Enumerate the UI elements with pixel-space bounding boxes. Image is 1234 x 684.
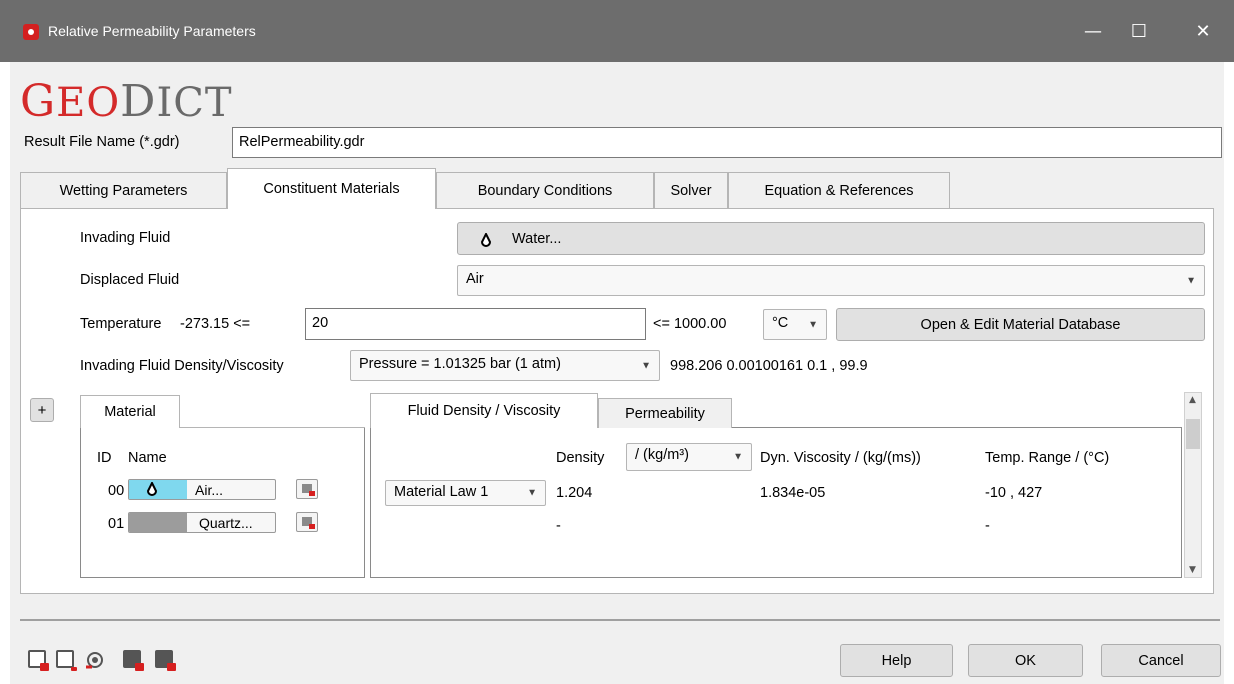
- result-file-label: Result File Name (*.gdr): [24, 134, 180, 150]
- displaced-fluid-label: Displaced Fluid: [80, 272, 180, 288]
- density-unit-select[interactable]: / (kg/m³) ▼: [626, 443, 752, 471]
- temperature-input[interactable]: 20: [305, 308, 646, 340]
- temperature-max: <= 1000.00: [653, 316, 727, 332]
- tab-boundary-conditions[interactable]: Boundary Conditions: [436, 172, 654, 208]
- pressure-select[interactable]: Pressure = 1.01325 bar (1 atm) ▼: [350, 350, 660, 381]
- app-icon: [23, 24, 39, 40]
- density-viscosity-label: Invading Fluid Density/Viscosity: [80, 358, 284, 374]
- displaced-fluid-select[interactable]: Air ▼: [457, 265, 1205, 296]
- material-button-quartz[interactable]: Quartz...: [128, 512, 276, 533]
- tab-equation-references[interactable]: Equation & References: [728, 172, 950, 208]
- density-value: -: [556, 518, 561, 534]
- material-button-air[interactable]: Air...: [128, 479, 276, 500]
- load-settings-icon[interactable]: [55, 649, 77, 671]
- scroll-down-icon[interactable]: ▼: [1189, 565, 1196, 575]
- tab-solver[interactable]: Solver: [654, 172, 728, 208]
- save-settings-icon[interactable]: [27, 649, 49, 671]
- minimize-button[interactable]: —: [1070, 16, 1116, 48]
- maximize-button[interactable]: ☐: [1116, 16, 1162, 48]
- temp-range-value: -: [985, 518, 990, 534]
- chevron-down-icon: ▼: [808, 319, 818, 330]
- chevron-down-icon: ▼: [641, 360, 651, 371]
- viscosity-value: 1.834e-05: [760, 485, 826, 501]
- material-list-panel: [80, 427, 365, 578]
- ok-button[interactable]: OK: [968, 644, 1083, 677]
- cancel-button[interactable]: Cancel: [1101, 644, 1221, 677]
- help-button[interactable]: Help: [840, 644, 953, 677]
- title-bar: Relative Permeability Parameters — ☐ ✕: [0, 0, 1234, 62]
- close-button[interactable]: ✕: [1180, 16, 1226, 48]
- density-value: 1.204: [556, 485, 593, 501]
- vertical-scrollbar[interactable]: ▲ ▼: [1184, 392, 1202, 578]
- temperature-label: Temperature: [80, 316, 162, 332]
- drop-icon: [146, 480, 158, 499]
- material-id: 00: [108, 483, 125, 499]
- viscosity-header: Dyn. Viscosity / (kg/(ms)): [760, 450, 921, 466]
- scroll-thumb[interactable]: [1186, 419, 1200, 449]
- material-database-icon[interactable]: [296, 512, 318, 532]
- add-material-button[interactable]: +: [30, 398, 54, 422]
- chevron-down-icon: ▼: [733, 451, 743, 463]
- density-header: Density: [556, 450, 605, 466]
- temperature-unit-select[interactable]: °C ▼: [763, 309, 827, 340]
- scroll-up-icon[interactable]: ▲: [1189, 395, 1196, 405]
- tab-constituent-materials[interactable]: Constituent Materials: [227, 168, 436, 209]
- temp-range-header: Temp. Range / (°C): [985, 450, 1110, 466]
- material-id: 01: [108, 516, 125, 532]
- chevron-down-icon: ▼: [527, 487, 537, 499]
- material-database-icon[interactable]: [296, 479, 318, 499]
- geodict-logo: GEODICT: [20, 76, 233, 127]
- tab-permeability[interactable]: Permeability: [598, 398, 732, 428]
- tab-fluid-density-viscosity[interactable]: Fluid Density / Viscosity: [370, 393, 598, 428]
- invading-fluid-value: Water...: [512, 230, 562, 247]
- material-law-select[interactable]: Material Law 1 ▼: [385, 480, 546, 506]
- name-header: Name: [128, 450, 167, 466]
- tab-wetting-parameters[interactable]: Wetting Parameters: [20, 172, 227, 208]
- footer-divider: [20, 619, 1220, 621]
- invading-fluid-label: Invading Fluid: [80, 230, 171, 246]
- material-color-swatch: [129, 480, 187, 499]
- export-settings-icon[interactable]: [122, 649, 144, 671]
- reset-settings-icon[interactable]: [84, 649, 106, 671]
- tab-material[interactable]: Material: [80, 395, 180, 428]
- temp-range-value: -10 , 427: [985, 485, 1043, 501]
- temperature-min: -273.15 <=: [180, 316, 251, 332]
- result-file-input[interactable]: RelPermeability.gdr: [232, 127, 1222, 158]
- id-header: ID: [97, 450, 112, 466]
- displaced-fluid-value: Air: [466, 271, 484, 287]
- density-viscosity-readout: 998.206 0.00100161 0.1 , 99.9: [670, 358, 868, 374]
- drop-icon: [480, 231, 492, 247]
- chevron-down-icon: ▼: [1186, 275, 1196, 286]
- lock-settings-icon[interactable]: [154, 649, 176, 671]
- invading-fluid-button[interactable]: Water...: [457, 222, 1205, 255]
- material-color-swatch: [129, 513, 187, 532]
- open-edit-material-database-button[interactable]: Open & Edit Material Database: [836, 308, 1205, 341]
- window-title: Relative Permeability Parameters: [48, 23, 256, 39]
